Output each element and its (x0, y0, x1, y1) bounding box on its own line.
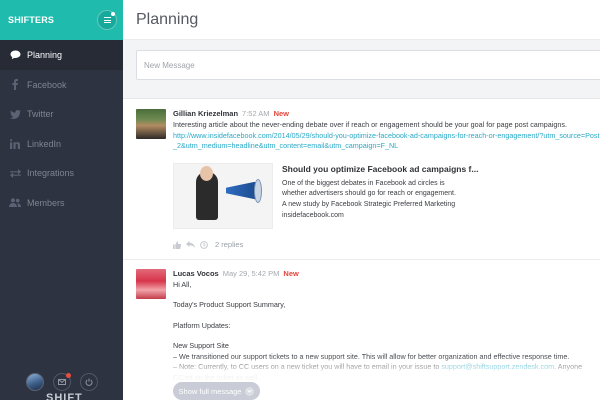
new-badge: New (273, 109, 289, 118)
author-name[interactable]: Gillian Kriezelman (173, 109, 238, 118)
link-preview-desc-line: A new study by Facebook Strategic Prefer… (282, 200, 456, 208)
author-name[interactable]: Lucas Vocos (173, 269, 219, 278)
sidebar-item-linkedin[interactable]: LinkedIn (0, 129, 123, 159)
chevron-down-icon (245, 386, 255, 396)
avatar[interactable] (136, 268, 166, 299)
new-message-input[interactable] (136, 50, 600, 80)
sidebar-item-label: Members (27, 197, 65, 208)
people-icon (9, 197, 21, 208)
message-meta: Gillian Kriezelman 7:52 AM New (173, 109, 600, 120)
show-full-message-label: Show full message (178, 386, 242, 396)
avatar[interactable] (25, 373, 44, 391)
composer-area (123, 40, 600, 99)
divider (123, 99, 600, 100)
sidebar-item-label: Integrations (27, 168, 75, 179)
message-line: Platform Updates: (173, 320, 231, 330)
message-text: Interesting article about the never-endi… (173, 120, 567, 129)
link-preview-image (173, 162, 273, 229)
facebook-icon (9, 79, 21, 91)
reply-icon[interactable] (186, 241, 195, 248)
sidebar-item-integrations[interactable]: Integrations (0, 159, 123, 189)
message-line: Hi All, (173, 279, 192, 289)
link-preview-desc-line: One of the biggest debates in Facebook a… (282, 179, 445, 187)
support-email-link[interactable]: support@shiftsupport.zendesk.com (441, 362, 554, 371)
message-line-text: . Anyone (554, 362, 583, 371)
sidebar-item-twitter[interactable]: Twitter (0, 100, 123, 130)
link-preview-card[interactable]: Should you optimize Facebook ad campaign… (173, 162, 600, 229)
sidebar-item-label: LinkedIn (27, 138, 62, 149)
main-content: Planning Gillian Kriezelman 7:52 AM New … (123, 0, 600, 400)
brand-bar: SHIFTERS (0, 0, 123, 40)
arrows-icon (9, 168, 21, 179)
mail-icon (57, 379, 66, 385)
sidebar-item-label: Facebook (27, 79, 67, 90)
divider (123, 258, 600, 260)
linkedin-icon (9, 138, 21, 149)
timestamp: May 29, 5:42 PM (222, 268, 280, 278)
message-line: Today's Product Support Summary, (173, 300, 286, 309)
sidebar-item-label: Twitter (27, 109, 54, 120)
power-button[interactable] (79, 373, 98, 391)
sidebar-item-label: Planning (27, 50, 63, 60)
link-preview-title[interactable]: Should you optimize Facebook ad campaign… (282, 164, 503, 174)
like-icon[interactable] (173, 240, 181, 249)
link-preview-body: Should you optimize Facebook ad campaign… (273, 163, 503, 229)
message-actions: 2 replies (173, 239, 600, 251)
link-preview-desc-line: whether advertisers should go for reach … (282, 190, 456, 197)
message-link[interactable]: http://www.insidefacebook.com/2014/05/29… (173, 131, 600, 152)
sidebar-item-facebook[interactable]: Facebook (0, 70, 123, 100)
twitter-icon (9, 109, 21, 120)
timestamp: 7:52 AM (242, 109, 270, 118)
mail-button[interactable] (52, 373, 71, 391)
notification-dot (111, 12, 115, 16)
message-line: – Note: Currently, to CC users on a new … (173, 362, 600, 373)
message-line: New Support Site (173, 341, 229, 350)
message-line: – We transitioned our support tickets to… (173, 351, 570, 361)
new-badge: New (283, 268, 299, 278)
avatar[interactable] (136, 109, 166, 139)
notification-badge (65, 373, 71, 378)
page-header: Planning (123, 0, 600, 40)
message-line-text: – Note: Currently, to CC users on a new … (173, 362, 440, 371)
show-full-message-button[interactable]: Show full message (173, 382, 260, 400)
message-item: Gillian Kriezelman 7:52 AM New Interesti… (136, 109, 600, 251)
message-item: Lucas Vocos May 29, 5:42 PM New Hi All, … (136, 268, 600, 384)
page-title: Planning (136, 10, 199, 28)
sidebar-nav: Planning Facebook Twitter LinkedIn Integ… (0, 40, 123, 218)
footer-logo: SHIFT (46, 392, 83, 400)
link-preview-domain: insidefacebook.com (282, 212, 344, 219)
brand-logo[interactable]: SHIFTERS (8, 15, 54, 25)
clock-icon[interactable] (200, 240, 208, 249)
chat-bubble-icon (9, 50, 21, 61)
message-meta: Lucas Vocos May 29, 5:42 PM New (173, 269, 600, 280)
sidebar-footer: SHIFT (0, 364, 123, 400)
message-feed: Gillian Kriezelman 7:52 AM New Interesti… (123, 99, 600, 383)
replies-link[interactable]: 2 replies (215, 240, 243, 249)
menu-icon[interactable] (97, 10, 117, 30)
sidebar: SHIFTERS Planning Facebook Twitter Linke… (0, 0, 123, 400)
sidebar-item-members[interactable]: Members (0, 188, 123, 218)
sidebar-item-planning[interactable]: Planning (0, 40, 123, 70)
power-icon (85, 378, 92, 386)
